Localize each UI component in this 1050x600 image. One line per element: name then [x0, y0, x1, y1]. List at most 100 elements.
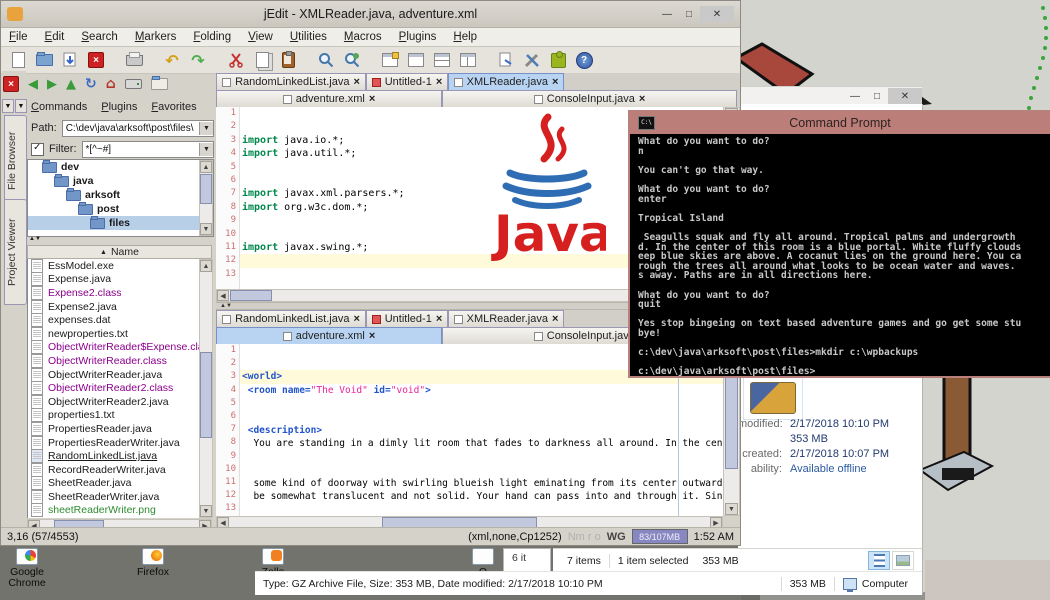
browser-forward-button[interactable]: ▶	[47, 77, 57, 92]
file-item[interactable]: PropertiesReaderWriter.java	[28, 435, 213, 450]
print-button[interactable]	[121, 49, 147, 71]
dock-arrow-button[interactable]	[2, 99, 14, 113]
menu-edit[interactable]: Edit	[45, 31, 65, 43]
tab-consoleinput[interactable]: ConsoleInput.java	[442, 90, 737, 107]
tab-randomlinkedlist[interactable]: RandomLinkedList.java	[216, 310, 366, 327]
split-vertical-button[interactable]	[455, 49, 481, 71]
split-horizontal-button[interactable]	[429, 49, 455, 71]
jedit-minimize-button[interactable]: —	[656, 6, 678, 22]
explorer-minimize-button[interactable]: —	[844, 88, 866, 104]
dock-tab-project-viewer[interactable]: Project Viewer	[4, 199, 27, 305]
menu-markers[interactable]: Markers	[135, 31, 177, 43]
tree-item-java[interactable]: java	[28, 173, 213, 188]
browser-home-button[interactable]: ⌂	[106, 76, 116, 92]
tab-close-icon[interactable]	[436, 76, 442, 88]
dock-arrow-button[interactable]	[15, 99, 27, 113]
menu-help[interactable]: Help	[453, 31, 477, 43]
tab-close-icon[interactable]	[353, 313, 359, 325]
browser-up-button[interactable]: ▲	[66, 77, 76, 92]
memory-gauge[interactable]: 83/107MB	[631, 529, 688, 544]
tab-adventure-selected[interactable]: adventure.xml	[216, 327, 442, 344]
browser-roots-button[interactable]	[124, 79, 142, 89]
file-item[interactable]: Expense.java	[28, 272, 213, 287]
find-replace-button[interactable]	[339, 49, 365, 71]
file-item[interactable]: Expense2.java	[28, 299, 213, 314]
cut-button[interactable]	[223, 49, 249, 71]
details-view-button[interactable]	[868, 551, 890, 570]
console-output[interactable]: What do you want to do? n You can't go t…	[638, 137, 1050, 377]
name-column-header[interactable]: Name	[27, 245, 212, 259]
undo-button[interactable]: ↶	[159, 49, 185, 71]
paste-button[interactable]	[275, 49, 301, 71]
tab-close-icon[interactable]	[369, 330, 375, 342]
open-file-button[interactable]	[31, 49, 57, 71]
dock-tab-file-browser[interactable]: File Browser	[4, 115, 27, 207]
filter-dropdown-icon[interactable]	[199, 142, 213, 156]
dock-close-button[interactable]	[3, 76, 19, 92]
tab-adventure[interactable]: adventure.xml	[216, 90, 442, 107]
redo-button[interactable]: ↷	[185, 49, 211, 71]
menu-file[interactable]: File	[9, 31, 28, 43]
tree-item-arksoft[interactable]: arksoft	[28, 187, 213, 202]
path-combo[interactable]: C:\dev\java\arksoft\post\files\	[61, 119, 214, 137]
tab-untitled[interactable]: Untitled-1	[366, 310, 448, 327]
new-view-button[interactable]	[377, 49, 403, 71]
file-item[interactable]: ObjectWriterReader2.class	[28, 381, 213, 396]
tree-item-post[interactable]: post	[28, 201, 213, 216]
command-prompt-titlebar[interactable]: C:\ Command Prompt	[630, 112, 1050, 134]
menu-plugins[interactable]: Plugins	[399, 31, 437, 43]
help-button[interactable]	[571, 49, 597, 71]
tab-randomlinkedlist[interactable]: RandomLinkedList.java	[216, 73, 366, 90]
file-item[interactable]: Expense2.class	[28, 285, 213, 300]
thumbnail-view-button[interactable]	[892, 551, 914, 570]
find-button[interactable]	[313, 49, 339, 71]
file-item[interactable]: newproperties.txt	[28, 326, 213, 341]
file-item[interactable]: ObjectWriterReader$Expense.class	[28, 340, 213, 355]
utilities-button[interactable]	[519, 49, 545, 71]
browser-splitter[interactable]: ▲▼	[29, 236, 41, 242]
new-file-button[interactable]	[5, 49, 31, 71]
desktop-icon-chrome[interactable]: Google Chrome	[0, 548, 62, 589]
explorer-maximize-button[interactable]: □	[866, 88, 888, 104]
file-item[interactable]: ObjectWriterReader2.java	[28, 394, 213, 409]
file-item[interactable]: PropertiesReader.java	[28, 421, 213, 436]
run-buffer-button[interactable]	[493, 49, 519, 71]
tab-close-icon[interactable]	[369, 93, 375, 105]
tab-untitled[interactable]: Untitled-1	[366, 73, 448, 90]
browser-menu-commands[interactable]: Commands	[31, 101, 87, 113]
close-buffer-button[interactable]	[83, 49, 109, 71]
tab-close-icon[interactable]	[552, 313, 558, 325]
tree-item-dev[interactable]: dev	[28, 160, 213, 174]
plugin-manager-button[interactable]	[545, 49, 571, 71]
menu-utilities[interactable]: Utilities	[290, 31, 327, 43]
tab-xmlreader-selected[interactable]: XMLReader.java	[448, 73, 564, 90]
tab-close-icon[interactable]	[639, 93, 645, 105]
path-dropdown-icon[interactable]	[199, 121, 213, 135]
menu-search[interactable]: Search	[81, 31, 117, 43]
menu-macros[interactable]: Macros	[344, 31, 382, 43]
tab-close-icon[interactable]	[552, 76, 558, 88]
file-item[interactable]: properties1.txt	[28, 408, 213, 423]
browser-parent-folder-icon[interactable]	[150, 76, 168, 90]
tree-scrollbar[interactable]: ▲ ▼	[199, 160, 213, 236]
explorer-close-button[interactable]: ✕	[888, 88, 922, 104]
jedit-maximize-button[interactable]: □	[678, 6, 700, 22]
tab-xmlreader[interactable]: XMLReader.java	[448, 310, 564, 327]
file-item[interactable]: expenses.dat	[28, 313, 213, 328]
jedit-close-button[interactable]: ✕	[700, 6, 734, 22]
unsplit-button[interactable]	[403, 49, 429, 71]
desktop-icon-firefox[interactable]: Firefox	[118, 548, 188, 578]
browser-reload-button[interactable]: ↻	[85, 76, 97, 92]
save-button[interactable]	[57, 49, 83, 71]
jedit-titlebar[interactable]: jEdit - XMLReader.java, adventure.xml — …	[1, 1, 740, 28]
browser-menu-plugins[interactable]: Plugins	[101, 101, 137, 113]
file-item[interactable]: SheetReader.java	[28, 476, 213, 491]
tab-close-icon[interactable]	[436, 313, 442, 325]
file-item[interactable]: EssModel.exe	[28, 259, 213, 273]
tab-close-icon[interactable]	[353, 76, 359, 88]
file-item[interactable]: RecordReaderWriter.java	[28, 462, 213, 477]
file-list-scrollbar[interactable]: ▲ ▼	[199, 259, 213, 518]
menu-view[interactable]: View	[248, 31, 273, 43]
file-item[interactable]: ObjectWriterReader.java	[28, 367, 213, 382]
filter-combo[interactable]: *[^~#]	[81, 140, 214, 158]
